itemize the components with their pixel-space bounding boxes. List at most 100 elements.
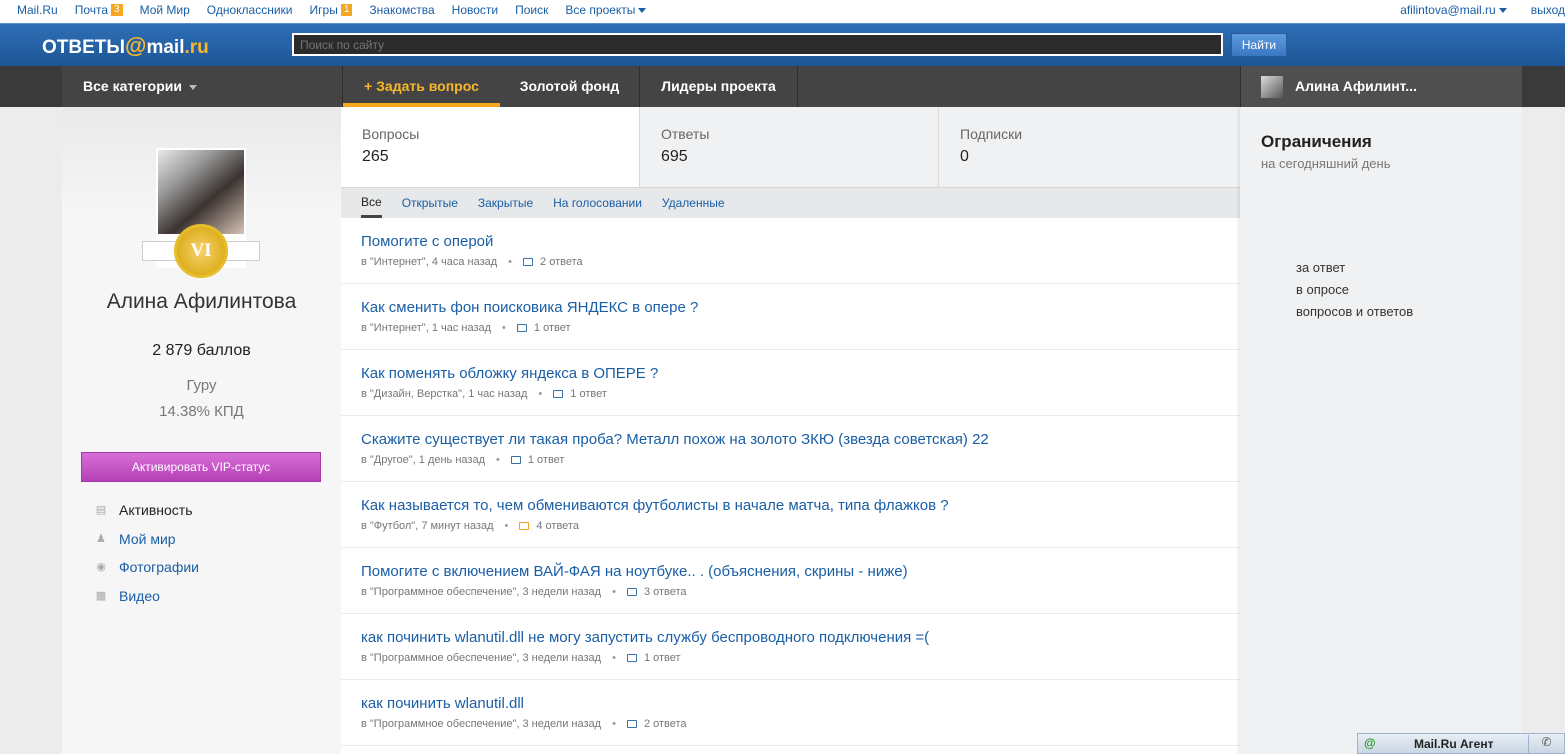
portal-link-mail[interactable]: Почта 3 (75, 3, 123, 17)
question-title-link[interactable]: как починить wlanutil.dll не могу запуст… (361, 629, 1240, 646)
filter-all[interactable]: Все (361, 188, 382, 218)
ask-question-tab[interactable]: + Задать вопрос (343, 66, 500, 107)
profile-menu-my-world[interactable]: ♟ Мой мир (94, 525, 199, 554)
film-icon: ▩ (95, 589, 107, 602)
list-icon: ▤ (95, 504, 107, 517)
question-category-time: в "Другое", 1 день назад (361, 454, 485, 466)
comment-icon (523, 258, 534, 266)
mailru-agent-bar[interactable]: @ Mail.Ru Агент ✆ (1357, 733, 1565, 754)
profile-points: 2 879 баллов (152, 342, 251, 359)
user-email-menu[interactable]: afilintova@mail.ru (1400, 3, 1507, 17)
answer-count-link[interactable]: 2 ответа (644, 718, 687, 730)
filter-voting[interactable]: На голосовании (553, 188, 642, 218)
profile-menu-photos[interactable]: ◉ Фотографии (94, 553, 199, 582)
level-medal-icon: VI (174, 224, 228, 278)
question-title-link[interactable]: Как сменить фон поисковика ЯНДЕКС в опер… (361, 299, 1240, 316)
agent-label: Mail.Ru Агент (1414, 737, 1494, 751)
question-meta: в "Программное обеспечение", 3 недели на… (361, 652, 1240, 664)
camera-icon: ◉ (96, 561, 106, 574)
meta-separator: • (612, 718, 616, 730)
question-meta: в "Другое", 1 день назад • 1 ответ (361, 454, 1240, 466)
stat-subscriptions[interactable]: Подписки 0 (939, 107, 1238, 187)
question-meta: в "Интернет", 1 час назад • 1 ответ (361, 322, 1240, 334)
question-item: Как называется то, чем обмениваются футб… (341, 482, 1240, 548)
portal-user: afilintova@mail.ru выход (1376, 3, 1565, 17)
stat-value: 0 (960, 148, 969, 165)
portal-link-news[interactable]: Новости (452, 3, 498, 17)
search-button[interactable]: Найти (1231, 33, 1287, 57)
otvety-logo[interactable]: ОТВЕТЫ@mail.ru (42, 33, 209, 59)
filter-closed[interactable]: Закрытые (478, 188, 533, 218)
logout-link[interactable]: выход (1531, 3, 1565, 17)
question-title-link[interactable]: Как поменять обложку яндекса в ОПЕРЕ ? (361, 365, 1240, 382)
page-background-right (1522, 107, 1565, 754)
limits-sidebar: Ограничения на сегодняшний день за ответ… (1240, 107, 1522, 754)
portal-link-odnoklassniki[interactable]: Одноклассники (207, 3, 293, 17)
comment-icon (626, 720, 637, 728)
user-avatar-small (1261, 75, 1283, 98)
filter-open[interactable]: Открытые (402, 188, 458, 218)
activate-vip-button[interactable]: Активировать VIP-статус (81, 452, 321, 482)
nav-user-menu[interactable]: Алина Афилинт... (1240, 66, 1522, 107)
portal-link-mailru[interactable]: Mail.Ru (17, 3, 58, 17)
question-filters: Все Открытые Закрытые На голосовании Уда… (341, 187, 1240, 218)
profile-kpd: 14.38% КПД (159, 403, 244, 420)
comment-icon (626, 588, 637, 596)
answer-count-link[interactable]: 1 ответ (534, 322, 571, 334)
project-leaders-tab[interactable]: Лидеры проекта (640, 66, 798, 107)
meta-separator: • (612, 652, 616, 664)
portal-link-all-projects[interactable]: Все проекты (565, 3, 647, 17)
portal-link-games[interactable]: Игры 1 (310, 3, 353, 17)
chevron-down-icon (1498, 8, 1507, 14)
portal-link-search[interactable]: Поиск (515, 3, 548, 17)
question-item: как починить wlanutil.dll в "Программное … (341, 680, 1240, 746)
chevron-down-icon (188, 84, 197, 90)
stat-questions[interactable]: Вопросы 265 (341, 107, 640, 187)
answer-count-link[interactable]: 1 ответ (528, 454, 565, 466)
portal-link-my-world[interactable]: Мой Мир (140, 3, 190, 17)
search-input[interactable] (292, 33, 1223, 56)
agent-at-icon: @ (1364, 736, 1376, 750)
question-category-time: в "Программное обеспечение", 3 недели на… (361, 718, 602, 730)
meta-separator: • (496, 454, 500, 466)
stats-tabs: Вопросы 265 Ответы 695 Подписки 0 (341, 107, 1240, 187)
profile-avatar[interactable] (158, 150, 244, 234)
meta-separator: • (502, 322, 506, 334)
question-title-link[interactable]: Как называется то, чем обмениваются футб… (361, 497, 1240, 514)
all-categories-menu[interactable]: Все категории (62, 66, 343, 107)
question-title-link[interactable]: как починить wlanutil.dll (361, 695, 1240, 712)
chevron-down-icon (638, 7, 647, 13)
stat-label: Подписки (960, 126, 1023, 142)
comment-icon (516, 324, 527, 332)
site-header: ОТВЕТЫ@mail.ru Найти (0, 23, 1565, 66)
profile-name: Алина Афилинтова (106, 290, 297, 313)
question-meta: в "Дизайн, Верстка", 1 час назад • 1 ответ (361, 388, 1240, 400)
stat-answers[interactable]: Ответы 695 (640, 107, 939, 187)
question-category-time: в "Дизайн, Верстка", 1 час назад (361, 388, 528, 400)
question-title-link[interactable]: Помогите с оперой (361, 233, 1240, 250)
portal-links: Mail.Ru Почта 3 Мой Мир Одноклассники Игр… (17, 3, 663, 17)
question-category-time: в "Интернет", 4 часа назад (361, 256, 498, 268)
question-item: Как сменить фон поисковика ЯНДЕКС в опер… (341, 284, 1240, 350)
limits-subtitle: на сегодняшний день (1261, 156, 1391, 171)
answer-count-link[interactable]: 3 ответа (644, 586, 687, 598)
question-title-link[interactable]: Помогите с включением ВАЙ-ФАЯ на ноутбук… (361, 563, 1240, 580)
answer-count-link[interactable]: 2 ответа (540, 256, 583, 268)
answer-count-link[interactable]: 4 ответа (536, 520, 579, 532)
comment-icon (519, 522, 530, 530)
meta-separator: • (538, 388, 543, 400)
question-item: Помогите с включением ВАЙ-ФАЯ на ноутбук… (341, 548, 1240, 614)
question-title-link[interactable]: Скажите существует ли такая проба? Метал… (361, 431, 1240, 448)
profile-menu-video[interactable]: ▩ Видео (94, 582, 199, 611)
profile-menu-activity[interactable]: ▤ Активность (94, 496, 199, 525)
answer-count-link[interactable]: 1 ответ (570, 388, 607, 400)
answer-count-link[interactable]: 1 ответ (644, 652, 681, 664)
meta-separator: • (612, 586, 616, 598)
filter-deleted[interactable]: Удаленные (662, 188, 725, 218)
portal-link-dating[interactable]: Знакомства (369, 3, 434, 17)
stat-label: Вопросы (362, 126, 420, 142)
golden-fund-tab[interactable]: Золотой фонд (500, 66, 640, 107)
question-meta: в "Программное обеспечение", 3 недели на… (361, 718, 1240, 730)
phone-icon[interactable]: ✆ (1528, 735, 1564, 753)
stat-value: 695 (661, 148, 688, 165)
